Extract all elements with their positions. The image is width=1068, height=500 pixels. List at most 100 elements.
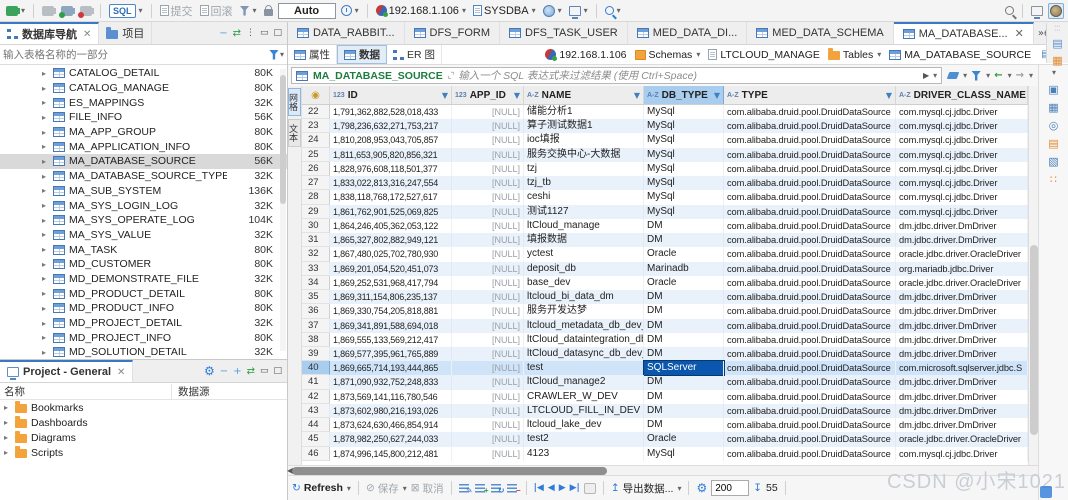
row-number[interactable]: 24 xyxy=(302,133,330,148)
cell-driver-class-name[interactable]: dm.jdbc.driver.DmDriver xyxy=(896,290,1028,305)
cell-id[interactable]: 1,810,208,953,043,705,857 xyxy=(330,133,452,148)
editor-tab[interactable]: DFS_TASK_USER xyxy=(500,22,628,44)
table-row[interactable]: 35 1,869,311,154,806,235,137 [NULL] ltcloud… xyxy=(302,290,1028,305)
forward-icon[interactable]: → xyxy=(1016,70,1024,81)
cell-name[interactable]: 填报数据 xyxy=(524,233,644,248)
cell-id[interactable]: 1,869,201,054,520,451,073 xyxy=(330,261,452,276)
cell-type[interactable]: com.alibaba.druid.pool.DruidDataSource xyxy=(724,105,896,120)
cell-driver-class-name[interactable]: dm.jdbc.driver.DmDriver xyxy=(896,403,1028,419)
column-filter-icon[interactable]: ▼ xyxy=(442,91,448,100)
tree-scrollbar[interactable] xyxy=(280,69,286,352)
expand-filter-icon[interactable]: ⌞⌝ xyxy=(448,71,454,80)
new-connection-button[interactable]: ▾ xyxy=(4,5,27,17)
row-number[interactable]: 31 xyxy=(302,233,330,248)
cell-db-type[interactable]: MySql xyxy=(644,204,724,219)
expander-icon[interactable]: ▸ xyxy=(42,172,49,181)
row-number[interactable]: 46 xyxy=(302,446,330,461)
refresh-button[interactable]: ↻ Refresh ▾ xyxy=(292,482,351,494)
expander-icon[interactable]: ▸ xyxy=(42,128,49,137)
row-number[interactable]: 38 xyxy=(302,332,330,347)
subtab-data[interactable]: 数据 xyxy=(337,45,387,64)
subtab-properties[interactable]: 属性 xyxy=(288,45,337,64)
sql-filter-input[interactable]: MA_DATABASE_SOURCE ⌞⌝ 输入一个 SQL 表达式来过滤结果 … xyxy=(291,67,943,84)
cell-id[interactable]: 1,874,996,145,800,212,481 xyxy=(330,446,452,461)
cell-name[interactable]: 储能分析1 xyxy=(524,105,644,120)
cell-id[interactable]: 1,869,665,714,193,444,865 xyxy=(330,361,452,376)
cell-db-type[interactable]: Oracle xyxy=(644,432,724,447)
table-row[interactable]: 25 1,811,653,905,820,856,321 [NULL] 服务交换中心-… xyxy=(302,147,1028,162)
cell-app-id[interactable]: [NULL] xyxy=(452,403,524,419)
column-datasource-header[interactable]: 数据源 xyxy=(172,384,210,399)
cell-type[interactable]: com.alibaba.druid.pool.DruidDataSource xyxy=(724,204,896,219)
apply-filter-icon[interactable]: ▶ xyxy=(923,71,929,80)
commit-button[interactable]: 提交 xyxy=(158,2,195,20)
cell-id[interactable]: 1,838,118,768,172,527,617 xyxy=(330,190,452,205)
row-number[interactable]: 26 xyxy=(302,161,330,177)
editor-tab[interactable]: DATA_RABBIT... xyxy=(288,22,405,44)
cell-name[interactable]: ltcloud_lake_dev xyxy=(524,418,644,433)
expander-icon[interactable]: ▸ xyxy=(42,186,49,195)
column-header-driver_class_name[interactable]: A-ZDRIVER_CLASS_NAME▼ xyxy=(896,86,1028,104)
cell-name[interactable]: yctest xyxy=(524,247,644,262)
row-number[interactable]: 27 xyxy=(302,176,330,191)
cell-type[interactable]: com.alibaba.druid.pool.DruidDataSource xyxy=(724,133,896,148)
close-icon[interactable]: ✕ xyxy=(83,29,91,40)
cell-driver-class-name[interactable]: dm.jdbc.driver.DmDriver xyxy=(896,346,1028,362)
cell-app-id[interactable]: [NULL] xyxy=(452,190,524,205)
add-row-button[interactable]: + xyxy=(474,483,489,495)
chevron-down-icon[interactable]: ▾ xyxy=(696,50,700,59)
cell-db-type[interactable]: DM xyxy=(644,304,724,319)
last-row-button[interactable]: ▶| xyxy=(570,483,580,493)
cell-id[interactable]: 1,867,480,025,702,780,930 xyxy=(330,247,452,262)
cell-app-id[interactable]: [NULL] xyxy=(452,389,524,404)
table-row[interactable]: 41 1,871,090,932,752,248,833 [NULL] ltCloud… xyxy=(302,375,1028,390)
cell-app-id[interactable]: [NULL] xyxy=(452,290,524,305)
cell-app-id[interactable]: [NULL] xyxy=(452,318,524,333)
cell-name[interactable]: ltcloud_metadata_db_dev_dm xyxy=(524,318,644,333)
open-perspective-button[interactable] xyxy=(1029,5,1045,19)
record-panel-icon[interactable]: ◎ xyxy=(1049,120,1059,131)
cell-driver-class-name[interactable]: dm.jdbc.driver.DmDriver xyxy=(896,218,1028,234)
cell-db-type[interactable]: DM xyxy=(644,233,724,248)
expander-icon[interactable]: ▸ xyxy=(4,403,11,412)
column-filter-icon[interactable]: ▼ xyxy=(514,91,520,100)
cell-db-type[interactable]: Oracle xyxy=(644,275,724,291)
disconnect-button[interactable] xyxy=(78,5,95,18)
tree-item-table[interactable]: ▸ MD_SOLUTION_DETAIL 32K xyxy=(0,345,287,359)
table-row[interactable]: 46 1,874,996,145,800,212,481 [NULL] 4123 MyS… xyxy=(302,446,1028,461)
row-number[interactable]: 36 xyxy=(302,304,330,319)
row-number[interactable]: 29 xyxy=(302,204,330,219)
cell-type[interactable]: com.alibaba.druid.pool.DruidDataSource xyxy=(724,147,896,162)
project-item[interactable]: ▸ Scripts xyxy=(0,445,287,460)
cell-id[interactable]: 1,861,762,901,525,069,825 xyxy=(330,204,452,219)
row-number[interactable]: 39 xyxy=(302,346,330,362)
tree-item-table[interactable]: ▸ MD_PRODUCT_DETAIL 80K xyxy=(0,286,287,301)
cell-type[interactable]: com.alibaba.druid.pool.DruidDataSource xyxy=(724,290,896,305)
table-row[interactable]: 40 1,869,665,714,193,444,865 [NULL] test SQL… xyxy=(302,360,1028,377)
chevron-down-icon[interactable]: ▾ xyxy=(280,50,284,59)
lock-button[interactable] xyxy=(262,4,275,17)
row-number[interactable]: 28 xyxy=(302,190,330,205)
cell-id[interactable]: 1,865,327,802,882,949,121 xyxy=(330,233,452,248)
cell-id[interactable]: 1,864,246,405,362,053,122 xyxy=(330,218,452,234)
cell-app-id[interactable]: [NULL] xyxy=(452,119,524,134)
project-item[interactable]: ▸ Bookmarks xyxy=(0,400,287,415)
view-menu-icon[interactable]: ⋮ xyxy=(246,28,255,38)
next-row-button[interactable]: ▶ xyxy=(559,483,566,493)
row-number[interactable]: 40 xyxy=(302,361,330,376)
cell-db-type[interactable]: MySql xyxy=(644,161,724,177)
cell-app-id[interactable]: [NULL] xyxy=(452,261,524,276)
cell-db-type[interactable]: MySql xyxy=(644,105,724,120)
tree-item-table[interactable]: ▸ MA_SYS_OPERATE_LOG 104K xyxy=(0,213,287,228)
save-button[interactable]: ⊘ 保存 ▾ xyxy=(366,481,407,496)
tree-item-table[interactable]: ▸ MD_PROJECT_DETAIL 32K xyxy=(0,316,287,331)
cell-name[interactable]: 4123 xyxy=(524,446,644,461)
cancel-button[interactable]: ⊠ 取消 xyxy=(411,481,444,496)
commit-mode-combo[interactable]: Auto xyxy=(277,2,336,19)
cell-driver-class-name[interactable]: dm.jdbc.driver.DmDriver xyxy=(896,318,1028,333)
cell-app-id[interactable]: [NULL] xyxy=(452,375,524,390)
table-row[interactable]: 22 1,791,362,882,528,018,433 [NULL] 储能分析1 My… xyxy=(302,105,1028,120)
cell-driver-class-name[interactable]: com.mysql.cj.jdbc.Driver xyxy=(896,161,1028,177)
table-row[interactable]: 43 1,873,602,980,216,193,026 [NULL] LTCLOUD… xyxy=(302,403,1028,419)
cell-db-type[interactable]: MySql xyxy=(644,446,724,461)
